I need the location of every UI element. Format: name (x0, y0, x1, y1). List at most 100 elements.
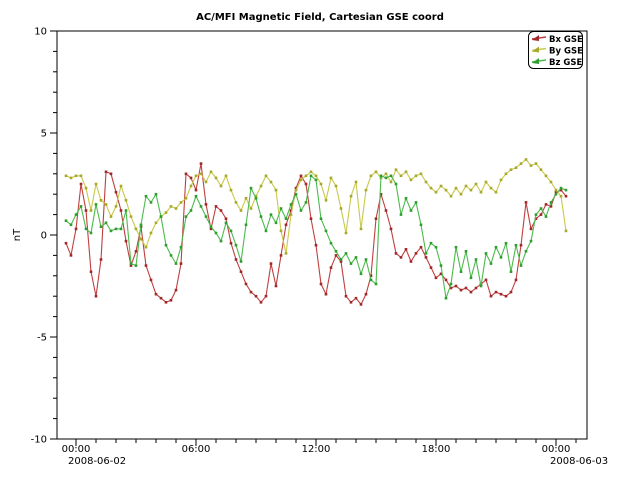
series-marker-by (430, 187, 433, 190)
series-marker-bx (320, 283, 323, 286)
series-marker-bz (155, 193, 158, 196)
series-marker-bz (370, 279, 373, 282)
series-marker-by (280, 230, 283, 233)
series-marker-by (290, 213, 293, 216)
series-marker-bx (70, 254, 73, 257)
series-marker-bx (515, 279, 518, 282)
series-marker-bz (355, 256, 358, 259)
series-marker-bz (310, 175, 313, 178)
x-tick-label-1800: 18:00 (422, 444, 451, 455)
series-marker-bz (190, 209, 193, 212)
series-marker-by (305, 175, 308, 178)
series-marker-bx (270, 262, 273, 265)
series-marker-bz (540, 207, 543, 210)
series-marker-by (455, 187, 458, 190)
series-marker-bx (225, 217, 228, 220)
series-marker-bz (455, 246, 458, 249)
magnetic-field-plot-window: AC/MFI Magnetic Field, Cartesian GSE coo… (0, 0, 640, 480)
data-series (65, 158, 568, 306)
series-marker-by (400, 175, 403, 178)
series-marker-bx (345, 295, 348, 298)
x-tick-label-0000a: 00:00 (62, 444, 91, 455)
series-marker-bz (160, 215, 163, 218)
series-marker-bx (455, 285, 458, 288)
series-marker-by (155, 222, 158, 225)
series-marker-bx (280, 254, 283, 257)
series-marker-by (230, 189, 233, 192)
series-marker-bz (230, 230, 233, 233)
x-tick-label-0000b: 00:00 (542, 444, 571, 455)
series-marker-bx (215, 205, 218, 208)
series-marker-bz (105, 222, 108, 225)
series-marker-by (235, 201, 238, 204)
series-marker-by (370, 175, 373, 178)
y-tick-label-10: 10 (34, 27, 47, 38)
series-marker-bx (165, 301, 168, 304)
series-marker-bx (265, 295, 268, 298)
series-marker-bz (480, 285, 483, 288)
series-marker-bz (530, 240, 533, 243)
series-marker-bx (185, 173, 188, 176)
series-marker-bx (495, 291, 498, 294)
series-marker-by (215, 177, 218, 180)
series-marker-bz (515, 244, 518, 247)
series-marker-by (220, 185, 223, 188)
legend-label-bx: Bx GSE (549, 35, 583, 45)
series-marker-bz (205, 215, 208, 218)
series-marker-by (245, 197, 248, 200)
chart-canvas: AC/MFI Magnetic Field, Cartesian GSE coo… (0, 0, 640, 480)
series-marker-bz (100, 226, 103, 229)
series-marker-bx (425, 256, 428, 259)
series-marker-by (340, 207, 343, 210)
series-marker-bx (150, 279, 153, 282)
series-marker-bz (445, 297, 448, 300)
series-marker-by (105, 203, 108, 206)
series-marker-bz (475, 258, 478, 261)
series-marker-by (225, 175, 228, 178)
series-marker-bz (90, 232, 93, 235)
series-marker-bx (200, 162, 203, 165)
series-marker-bx (180, 262, 183, 265)
series-marker-bx (475, 287, 478, 290)
series-marker-bz (505, 242, 508, 245)
series-marker-by (525, 158, 528, 161)
series-marker-by (530, 164, 533, 167)
series-marker-bz (130, 262, 133, 265)
series-marker-bz (175, 262, 178, 265)
series-marker-by (395, 168, 398, 171)
series-marker-by (295, 189, 298, 192)
series-marker-bx (330, 266, 333, 269)
series-marker-by (140, 238, 143, 241)
series-marker-by (355, 181, 358, 184)
series-marker-bz (415, 201, 418, 204)
series-marker-bx (565, 195, 568, 198)
legend-label-by: By GSE (549, 47, 583, 57)
series-marker-bz (400, 213, 403, 216)
series-marker-bx (115, 191, 118, 194)
series-marker-bz (220, 240, 223, 243)
series-marker-bx (430, 266, 433, 269)
series-marker-by (510, 168, 513, 171)
series-marker-bx (315, 244, 318, 247)
series-marker-bz (180, 246, 183, 249)
series-marker-bx (255, 295, 258, 298)
series-marker-bx (205, 203, 208, 206)
series-marker-bx (520, 244, 523, 247)
series-marker-by (95, 183, 98, 186)
series-marker-by (70, 177, 73, 180)
series-marker-bz (65, 219, 68, 222)
series-marker-bz (545, 215, 548, 218)
series-marker-bx (395, 252, 398, 255)
series-marker-by (435, 191, 438, 194)
series-marker-by (545, 175, 548, 178)
series-marker-by (125, 199, 128, 202)
series-marker-by (300, 179, 303, 182)
legend-label-bz: Bz GSE (549, 58, 582, 68)
series-marker-bx (160, 297, 163, 300)
series-marker-bz (195, 195, 198, 198)
series-marker-by (335, 185, 338, 188)
series-marker-bx (85, 209, 88, 212)
series-marker-bz (140, 224, 143, 227)
series-marker-by (425, 181, 428, 184)
series-marker-by (320, 183, 323, 186)
